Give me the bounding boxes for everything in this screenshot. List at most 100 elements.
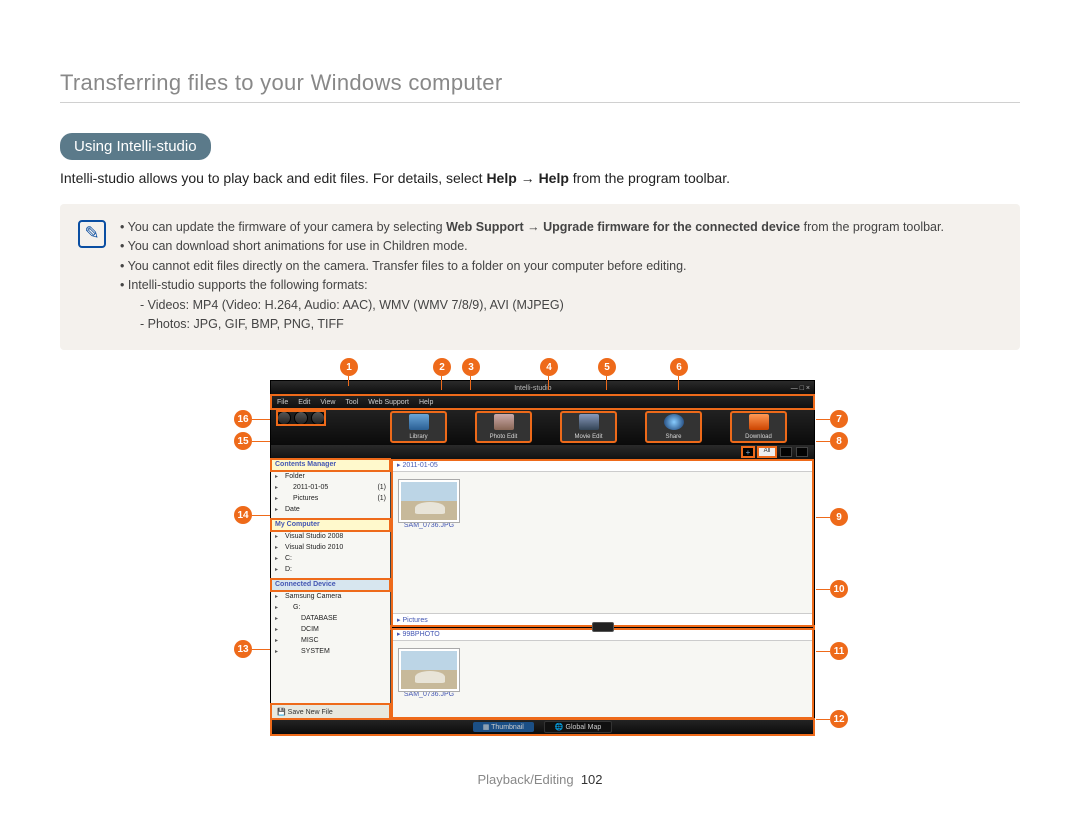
- callout-10: 10: [830, 580, 848, 598]
- footer-section: Playback/Editing: [477, 772, 573, 787]
- tree-date[interactable]: Date: [271, 504, 390, 515]
- callout-2: 2: [433, 358, 451, 376]
- intro-help-1: Help: [486, 170, 516, 186]
- section-heading-pill: Using Intelli-studio: [60, 133, 211, 160]
- menu-file[interactable]: File: [277, 399, 288, 406]
- callout-8: 8: [830, 432, 848, 450]
- page-number: 102: [581, 772, 603, 787]
- note-item-formats: Intelli-studio supports the following fo…: [120, 276, 944, 334]
- app-window: Intelli-studio — □ × File Edit View Tool…: [270, 380, 815, 736]
- menu-tool[interactable]: Tool: [345, 399, 358, 406]
- arrow-icon: →: [521, 170, 539, 186]
- intro-text: Intelli-studio allows you to play back a…: [60, 170, 486, 186]
- thumbnail-item[interactable]: SAM_0736.JPG: [399, 480, 459, 529]
- tree-item[interactable]: C:: [271, 553, 390, 564]
- next-button[interactable]: [311, 411, 325, 425]
- tree-item[interactable]: G:: [271, 602, 390, 613]
- tree-pictures[interactable]: Pictures (1): [271, 493, 390, 504]
- note-sub-videos: Videos: MP4 (Video: H.264, Audio: AAC), …: [140, 296, 944, 315]
- intro-help-2: Help: [539, 170, 569, 186]
- intro-paragraph: Intelli-studio allows you to play back a…: [60, 170, 1020, 186]
- menu-view[interactable]: View: [320, 399, 335, 406]
- thumbnail-filename: SAM_0736.JPG: [399, 691, 459, 698]
- tree-item[interactable]: SYSTEM: [271, 646, 390, 657]
- callout-5: 5: [598, 358, 616, 376]
- note-item-firmware: You can update the firmware of your came…: [120, 218, 944, 237]
- note-icon: ✎: [78, 220, 106, 248]
- callout-12: 12: [830, 710, 848, 728]
- tree-item[interactable]: MISC: [271, 635, 390, 646]
- menu-help[interactable]: Help: [419, 399, 433, 406]
- my-computer-header[interactable]: My Computer: [271, 519, 390, 531]
- intro-text-post: from the program toolbar.: [573, 170, 730, 186]
- thumbnail-item[interactable]: SAM_0736.JPG: [399, 649, 459, 698]
- view-list-button[interactable]: [796, 447, 808, 457]
- tree-item[interactable]: Visual Studio 2010: [271, 542, 390, 553]
- titlebar: Intelli-studio — □ ×: [271, 381, 814, 395]
- tree-item[interactable]: DCIM: [271, 624, 390, 635]
- photo-edit-button[interactable]: Photo Edit: [476, 412, 531, 442]
- note-item-children: You can download short animations for us…: [120, 237, 944, 256]
- page-footer: Playback/Editing 102: [0, 772, 1080, 787]
- global-map-button[interactable]: 🌐 Global Map: [544, 721, 612, 733]
- screenshot-figure: 1 2 3 4 5 6 7 8 9 10 11 12 16 15 14 13 I…: [240, 380, 840, 736]
- note-text: You can update the firmware of your came…: [128, 220, 446, 234]
- movie-edit-button[interactable]: Movie Edit: [561, 412, 616, 442]
- note-item-edit: You cannot edit files directly on the ca…: [120, 257, 944, 276]
- splitter-handle[interactable]: [391, 627, 814, 628]
- menu-web-support[interactable]: Web Support: [368, 399, 409, 406]
- view-plus-button[interactable]: +: [742, 447, 754, 457]
- note-bold: Web Support: [446, 220, 524, 234]
- connected-device-header[interactable]: Connected Device: [271, 579, 390, 591]
- callout-1: 1: [340, 358, 358, 376]
- thumbnail-image: [399, 480, 459, 522]
- note-text: from the program toolbar.: [804, 220, 944, 234]
- prev-button[interactable]: [277, 411, 291, 425]
- main-panel: ▸ 2011-01-05 SAM_0736.JPG ▸ Pictures ▸ 9…: [391, 459, 814, 719]
- callout-11: 11: [830, 642, 848, 660]
- note-list: You can update the firmware of your came…: [120, 218, 944, 334]
- tree-date-folder[interactable]: 2011-01-05 (1): [271, 482, 390, 493]
- view-grid-button[interactable]: [780, 447, 792, 457]
- share-button[interactable]: Share: [646, 412, 701, 442]
- note-box: ✎ You can update the firmware of your ca…: [60, 204, 1020, 350]
- page-title: Transferring files to your Windows compu…: [60, 70, 1020, 103]
- callout-3: 3: [462, 358, 480, 376]
- callout-6: 6: [670, 358, 688, 376]
- play-button[interactable]: [294, 411, 308, 425]
- tree-folder[interactable]: Folder: [271, 471, 390, 482]
- note-bold: Upgrade firmware for the connected devic…: [543, 220, 800, 234]
- sidebar: Contents Manager Folder 2011-01-05 (1) P…: [271, 459, 391, 719]
- tree-item[interactable]: Visual Studio 2008: [271, 531, 390, 542]
- menu-bar[interactable]: File Edit View Tool Web Support Help: [271, 395, 814, 409]
- callout-16: 16: [234, 410, 252, 428]
- thumbnail-filename: SAM_0736.JPG: [399, 522, 459, 529]
- callout-9: 9: [830, 508, 848, 526]
- callout-15: 15: [234, 432, 252, 450]
- view-mode-bar: ▦ Thumbnail 🌐 Global Map: [271, 719, 814, 735]
- thumbnail-image: [399, 649, 459, 691]
- arrow-icon: →: [527, 220, 543, 234]
- callout-14: 14: [234, 506, 252, 524]
- contents-manager-header[interactable]: Contents Manager: [271, 459, 390, 471]
- download-button[interactable]: Download: [731, 412, 786, 442]
- window-title: Intelli-studio: [275, 385, 791, 392]
- tree-item[interactable]: D:: [271, 564, 390, 575]
- playback-controls[interactable]: [277, 411, 325, 425]
- view-all-button[interactable]: All: [758, 447, 776, 457]
- library-button[interactable]: Library: [391, 412, 446, 442]
- breadcrumb-top[interactable]: ▸ 2011-01-05: [391, 459, 814, 472]
- menu-edit[interactable]: Edit: [298, 399, 310, 406]
- note-text: Intelli-studio supports the following fo…: [128, 278, 368, 292]
- main-toolbar: Library Photo Edit Movie Edit Share Down…: [271, 409, 814, 445]
- view-toolbar: + All: [271, 445, 814, 459]
- tree-item[interactable]: DATABASE: [271, 613, 390, 624]
- callout-13: 13: [234, 640, 252, 658]
- tree-item[interactable]: Samsung Camera: [271, 591, 390, 602]
- callout-4: 4: [540, 358, 558, 376]
- callout-7: 7: [830, 410, 848, 428]
- window-controls[interactable]: — □ ×: [791, 385, 810, 392]
- save-new-file-button[interactable]: 💾 Save New File: [271, 704, 390, 719]
- thumbnail-mode-button[interactable]: ▦ Thumbnail: [473, 722, 534, 732]
- note-sub-photos: Photos: JPG, GIF, BMP, PNG, TIFF: [140, 315, 944, 334]
